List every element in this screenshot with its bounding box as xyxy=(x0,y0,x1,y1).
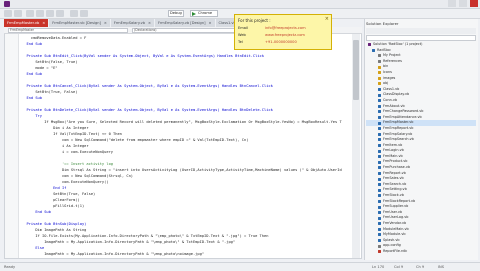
tab-label: FrmEmpSalary.vb [Design] xyxy=(158,21,206,25)
solution-explorer-toolbar xyxy=(366,28,476,34)
tab-1[interactable]: FrmEmpMaster.vb [Design] × xyxy=(49,19,110,27)
file-icon xyxy=(378,194,381,198)
file-icon xyxy=(378,227,381,231)
file-icon xyxy=(372,48,375,52)
play-icon xyxy=(192,12,196,16)
popup-value-tel: +91-0000000000 xyxy=(265,40,297,44)
close-icon[interactable]: × xyxy=(325,16,329,22)
file-icon xyxy=(378,116,381,120)
tab-label: FrmEmpMaster.vb xyxy=(7,21,40,25)
tab-3[interactable]: FrmEmpSalary.vb [Design] × xyxy=(155,19,215,27)
popup-value-email[interactable]: info@freeprojects.com xyxy=(265,26,306,30)
maximize-button[interactable] xyxy=(459,0,467,7)
file-icon xyxy=(378,65,381,69)
file-icon xyxy=(378,71,381,75)
popup-label-tel: Tel xyxy=(238,40,243,44)
tab-close-icon[interactable]: × xyxy=(209,21,212,25)
solution-tree: Solution 'RadStoc' (1 project) RadStoc My … xyxy=(366,42,476,258)
close-window-button[interactable] xyxy=(470,0,478,7)
configuration-dropdown[interactable]: Debug xyxy=(168,10,184,17)
open-file-icon[interactable] xyxy=(36,10,44,17)
file-icon xyxy=(378,155,381,159)
redo-icon[interactable] xyxy=(80,10,88,17)
tab-close-icon[interactable]: × xyxy=(148,21,151,25)
code-line[interactable]: ImagePath = My.Application.Info.Director… xyxy=(22,251,342,257)
solution-search-input[interactable] xyxy=(366,35,476,41)
file-icon xyxy=(378,211,381,215)
file-icon xyxy=(378,222,381,226)
file-icon xyxy=(378,82,381,86)
file-icon xyxy=(378,93,381,97)
file-icon xyxy=(378,110,381,114)
file-icon xyxy=(378,239,381,243)
file-icon xyxy=(378,76,381,80)
file-icon xyxy=(378,99,381,103)
tree-item[interactable]: ReportFile.rdlc xyxy=(366,249,476,255)
tab-close-icon[interactable]: × xyxy=(42,21,45,25)
file-icon xyxy=(378,88,381,92)
visual-studio-icon xyxy=(4,1,10,7)
file-icon xyxy=(378,60,381,64)
file-icon xyxy=(378,188,381,192)
file-icon xyxy=(378,132,381,136)
file-icon xyxy=(378,104,381,108)
popup-label-email: Email xyxy=(238,26,248,30)
file-icon xyxy=(378,54,381,58)
tree-item-label: ReportFile.rdlc xyxy=(383,248,408,253)
scrollbar-thumb[interactable] xyxy=(353,40,359,100)
tab-label: FrmEmpMaster.vb [Design] xyxy=(52,21,101,25)
file-icon xyxy=(378,205,381,209)
class-dropdown[interactable]: FrmEmpMaster xyxy=(8,28,128,33)
popup-value-web[interactable]: www.freeprojectz.com xyxy=(265,33,305,37)
file-icon xyxy=(378,199,381,203)
file-icon xyxy=(378,149,381,153)
tab-2[interactable]: FrmEmpSalary.vb × xyxy=(110,19,155,27)
file-icon xyxy=(378,127,381,131)
file-icon xyxy=(378,183,381,187)
popup-label-web: Web xyxy=(238,33,246,37)
undo-icon[interactable] xyxy=(70,10,78,17)
file-icon xyxy=(378,244,381,248)
save-all-icon[interactable] xyxy=(56,10,64,17)
tab-0[interactable]: FrmEmpMaster.vb × xyxy=(4,19,49,27)
file-icon xyxy=(378,143,381,147)
file-icon xyxy=(378,177,381,181)
new-project-icon[interactable] xyxy=(26,10,34,17)
forward-icon[interactable] xyxy=(14,10,22,17)
contact-popup: For this project : × Email info@freeproj… xyxy=(234,14,332,50)
run-button[interactable]: Chrome xyxy=(190,10,218,17)
line-gutter xyxy=(5,34,19,258)
file-icon xyxy=(378,216,381,220)
title-bar xyxy=(0,0,480,9)
file-icon xyxy=(378,121,381,125)
back-icon[interactable] xyxy=(4,10,12,17)
save-icon[interactable] xyxy=(46,10,54,17)
code-text-area[interactable]: cmdRemoveData.Enabled = F End Sub Privat… xyxy=(22,35,342,257)
minimize-button[interactable] xyxy=(448,0,456,7)
window-controls xyxy=(448,0,478,8)
solution-explorer-title: Solution Explorer xyxy=(366,21,399,26)
file-icon xyxy=(378,138,381,142)
tab-label: FrmEmpSalary.vb xyxy=(113,21,146,25)
file-icon xyxy=(378,233,381,237)
run-target-label: Chrome xyxy=(198,11,213,15)
file-icon xyxy=(378,160,381,164)
file-icon xyxy=(368,43,371,47)
file-icon xyxy=(378,171,381,175)
popup-title: For this project : xyxy=(238,18,271,23)
file-icon xyxy=(378,250,381,254)
file-icon xyxy=(378,166,381,170)
tab-close-icon[interactable]: × xyxy=(104,21,107,25)
